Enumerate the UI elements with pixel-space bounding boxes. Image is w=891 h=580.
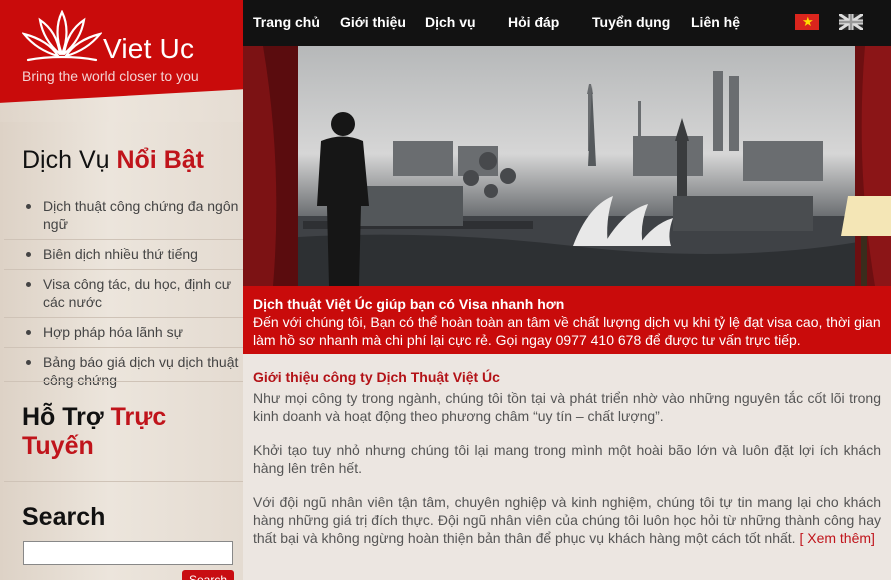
intro-paragraph: Như mọi công ty trong ngành, chúng tôi t… (253, 390, 881, 424)
intro-paragraph: Khởi tạo tuy nhỏ nhưng chúng tôi lại man… (253, 442, 881, 476)
featured-services-title: Dịch Vụ Nổi Bật (22, 146, 204, 175)
read-more-link[interactable]: [ Xem thêm] (799, 530, 874, 546)
divider (4, 481, 243, 482)
online-support-title: Hỗ Trợ Trực Tuyến (22, 403, 232, 461)
brand-tagline: Bring the world closer to you (22, 68, 199, 84)
nav-contact[interactable]: Liên hệ (691, 14, 740, 30)
logo[interactable]: Viet Uc Bring the world closer to you (0, 0, 243, 122)
featured-item-pricing[interactable]: Bảng báo giá dịch vụ dịch thuật công chứ… (4, 348, 243, 395)
intro-paragraph-text: Với đội ngũ nhân viên tận tâm, chuyên ng… (253, 494, 881, 546)
top-navigation: Trang chủ Giới thiệu Dịch vụ Hỏi đáp Tuy… (243, 0, 891, 46)
nav-services[interactable]: Dịch vụ (425, 14, 476, 30)
search-input[interactable] (23, 541, 233, 565)
uk-flag-icon[interactable] (839, 14, 863, 30)
search-button[interactable]: Search (182, 570, 234, 580)
vi-flag-icon[interactable]: ★ (795, 14, 819, 30)
featured-title-highlight: Nổi Bật (116, 146, 204, 174)
featured-item-legalization[interactable]: Hợp pháp hóa lãnh sự (4, 318, 243, 348)
intro-paragraph: Với đội ngũ nhân viên tận tâm, chuyên ng… (253, 493, 881, 547)
featured-services-list: Dịch thuật công chứng đa ngôn ngữ Biên d… (4, 192, 243, 395)
nav-faq[interactable]: Hỏi đáp (508, 14, 559, 30)
featured-item-translation[interactable]: Dịch thuật công chứng đa ngôn ngữ (4, 192, 243, 240)
support-title-part: Hỗ Trợ (22, 403, 111, 431)
sidebar: Viet Uc Bring the world closer to you Dị… (0, 0, 243, 580)
intro-title[interactable]: Giới thiệu công ty Dịch Thuật Việt Úc (253, 368, 881, 386)
brand-name: Viet Uc (103, 33, 195, 64)
lotus-logo-icon (22, 10, 102, 62)
promo-text: Đến với chúng tôi, Bạn có thể hoàn toàn … (253, 314, 881, 348)
search-title: Search (22, 503, 106, 531)
nav-home[interactable]: Trang chủ (253, 14, 320, 30)
featured-item-visa[interactable]: Visa công tác, du học, định cư các nước (4, 270, 243, 318)
hero-banner (243, 46, 891, 286)
nav-about[interactable]: Giới thiệu (340, 14, 406, 30)
divider (4, 381, 243, 382)
city-skyline-illustration (243, 46, 891, 286)
nav-careers[interactable]: Tuyển dụng (592, 14, 670, 30)
featured-item-interpretation[interactable]: Biên dịch nhiều thứ tiếng (4, 240, 243, 270)
main-content: Giới thiệu công ty Dịch Thuật Việt Úc Nh… (243, 354, 891, 580)
promo-bar: Dịch thuật Việt Úc giúp bạn có Visa nhan… (243, 286, 891, 354)
promo-title: Dịch thuật Việt Úc giúp bạn có Visa nhan… (253, 296, 565, 312)
featured-title-part: Dịch Vụ (22, 146, 117, 174)
